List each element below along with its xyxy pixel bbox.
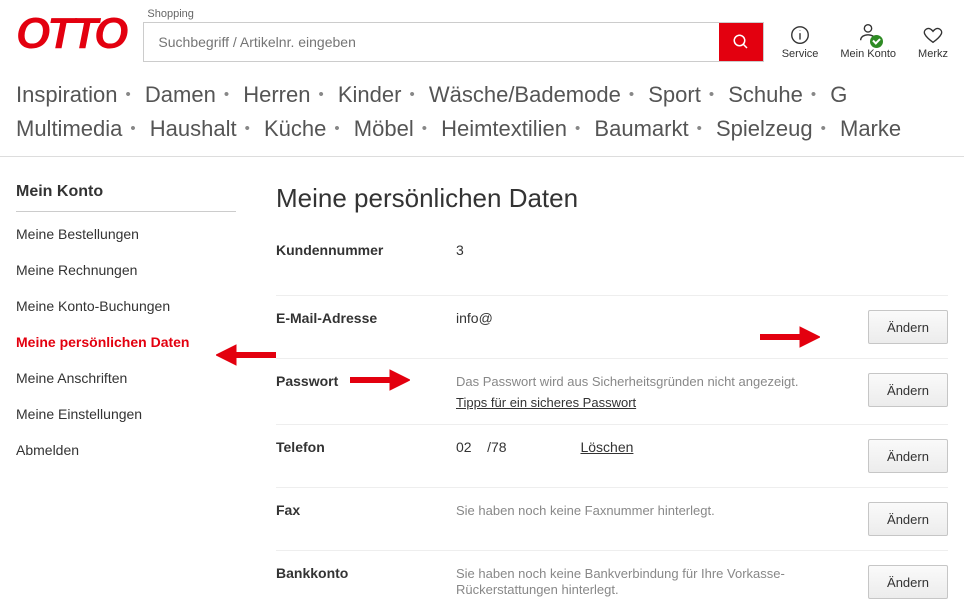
wishlist-link[interactable]: Merkz (918, 24, 948, 60)
password-value: Das Passwort wird aus Sicherheitsgründen… (456, 373, 868, 410)
account-link[interactable]: Mein Konto (840, 21, 896, 60)
sidebar-settings[interactable]: Meine Einstellungen (16, 406, 236, 422)
row-password: Passwort Das Passwort wird aus Sicherhei… (276, 359, 948, 425)
sidebar: Mein Konto Meine Bestellungen Meine Rech… (16, 183, 236, 613)
search-input[interactable] (144, 23, 718, 61)
fax-value: Sie haben noch keine Faxnummer hinterleg… (456, 502, 868, 518)
sidebar-personal-data[interactable]: Meine persönlichen Daten (16, 334, 236, 350)
password-label: Passwort (276, 373, 456, 389)
nav-spielzeug[interactable]: Spielzeug (716, 116, 813, 141)
sidebar-bookings[interactable]: Meine Konto-Buchungen (16, 298, 236, 314)
nav-baumarkt[interactable]: Baumarkt (594, 116, 688, 141)
nav-kinder[interactable]: Kinder (338, 82, 402, 107)
nav-g[interactable]: G (830, 82, 847, 107)
shopping-label: Shopping (147, 8, 763, 20)
page-title: Meine persönlichen Daten (276, 183, 948, 214)
header-icons: Service Mein Konto Merkz (782, 21, 948, 62)
bank-label: Bankkonto (276, 565, 456, 581)
account-label: Mein Konto (840, 48, 896, 60)
nav-row-1: Inspiration• Damen• Herren• Kinder• Wäsc… (16, 78, 948, 112)
nav-haushalt[interactable]: Haushalt (150, 116, 237, 141)
row-bank: Bankkonto Sie haben noch keine Bankverbi… (276, 551, 948, 613)
nav-moebel[interactable]: Möbel (354, 116, 414, 141)
nav-multimedia[interactable]: Multimedia (16, 116, 122, 141)
phone-change-button[interactable]: Ändern (868, 439, 948, 473)
search-icon (732, 33, 750, 51)
phone-value: 02 /78 (456, 439, 507, 455)
fax-label: Fax (276, 502, 456, 518)
bank-value: Sie haben noch keine Bankverbindung für … (456, 565, 868, 597)
content-area: Meine persönlichen Daten Kundennummer 3 … (276, 183, 948, 613)
heart-icon (922, 24, 944, 46)
nav-waesche[interactable]: Wäsche/Bademode (429, 82, 621, 107)
password-change-button[interactable]: Ändern (868, 373, 948, 407)
fax-change-button[interactable]: Ändern (868, 502, 948, 536)
customer-no-label: Kundennummer (276, 242, 456, 258)
bank-change-button[interactable]: Ändern (868, 565, 948, 599)
nav-schuhe[interactable]: Schuhe (728, 82, 803, 107)
nav-sport[interactable]: Sport (648, 82, 701, 107)
bank-note: Sie haben noch keine Bankverbindung für … (456, 566, 785, 597)
row-customer-no: Kundennummer 3 (276, 242, 948, 296)
customer-no-value: 3 (456, 242, 948, 258)
info-icon (789, 24, 811, 46)
password-note: Das Passwort wird aus Sicherheitsgründen… (456, 374, 799, 389)
nav-marke[interactable]: Marke (840, 116, 901, 141)
wishlist-label: Merkz (918, 48, 948, 60)
service-link[interactable]: Service (782, 24, 819, 60)
email-change-button[interactable]: Ändern (868, 310, 948, 344)
logo[interactable]: OTTO (16, 12, 125, 62)
nav-heimtextilien[interactable]: Heimtextilien (441, 116, 567, 141)
header: OTTO Shopping Service Mein Konto Merkz (0, 0, 964, 62)
search-bar (143, 22, 763, 62)
search-button[interactable] (719, 23, 763, 61)
check-badge-icon (870, 35, 883, 48)
service-label: Service (782, 48, 819, 60)
password-tips-link[interactable]: Tipps für ein sicheres Passwort (456, 395, 636, 410)
phone-delete-link[interactable]: Löschen (580, 439, 633, 455)
email-value: info@ (456, 310, 868, 326)
row-phone: Telefon 02 /78 Löschen Ändern (276, 425, 948, 488)
row-email: E-Mail-Adresse info@ Ändern (276, 296, 948, 359)
sidebar-invoices[interactable]: Meine Rechnungen (16, 262, 236, 278)
phone-value-wrap: 02 /78 Löschen (456, 439, 868, 455)
search-column: Shopping (143, 8, 763, 62)
fax-note: Sie haben noch keine Faxnummer hinterleg… (456, 503, 715, 518)
nav-kueche[interactable]: Küche (264, 116, 326, 141)
nav-damen[interactable]: Damen (145, 82, 216, 107)
nav-herren[interactable]: Herren (243, 82, 310, 107)
phone-label: Telefon (276, 439, 456, 455)
main-nav: Inspiration• Damen• Herren• Kinder• Wäsc… (0, 62, 964, 157)
nav-inspiration[interactable]: Inspiration (16, 82, 118, 107)
email-label: E-Mail-Adresse (276, 310, 456, 326)
sidebar-title: Mein Konto (16, 183, 236, 212)
sidebar-orders[interactable]: Meine Bestellungen (16, 226, 236, 242)
sidebar-addresses[interactable]: Meine Anschriften (16, 370, 236, 386)
row-fax: Fax Sie haben noch keine Faxnummer hinte… (276, 488, 948, 551)
page-layout: Mein Konto Meine Bestellungen Meine Rech… (0, 157, 964, 613)
nav-row-2: Multimedia• Haushalt• Küche• Möbel• Heim… (16, 112, 948, 146)
sidebar-logout[interactable]: Abmelden (16, 442, 236, 458)
